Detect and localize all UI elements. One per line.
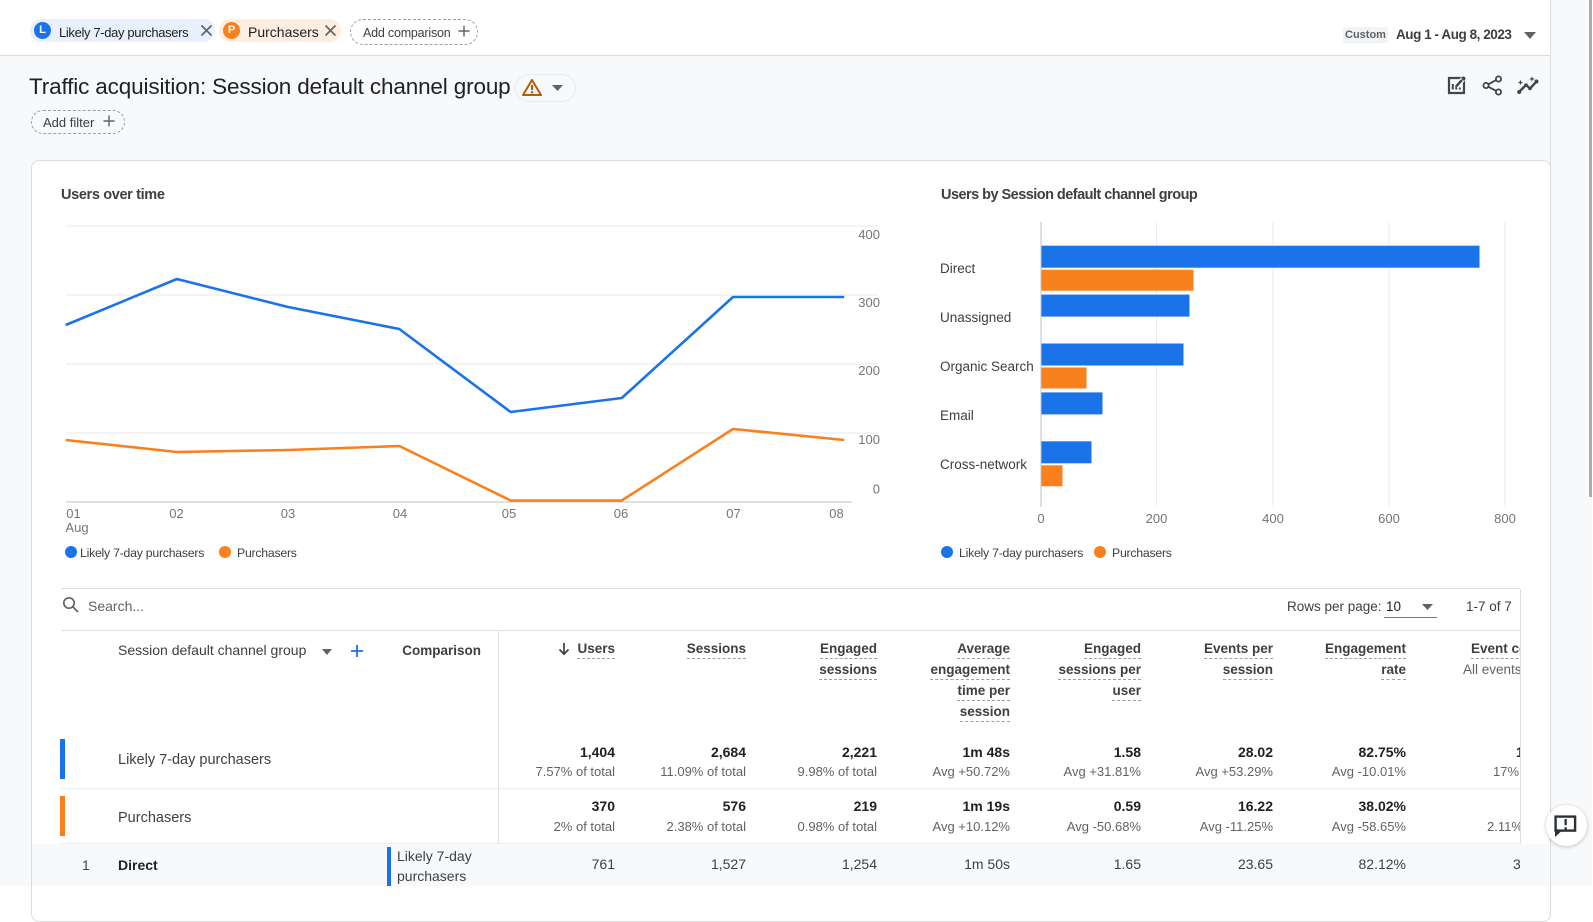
- svg-text:Aug: Aug: [65, 520, 88, 535]
- svg-text:400: 400: [1262, 511, 1284, 526]
- svg-text:03: 03: [281, 506, 295, 521]
- svg-text:200: 200: [858, 363, 880, 378]
- svg-text:200: 200: [1146, 511, 1168, 526]
- svg-text:100: 100: [858, 432, 880, 447]
- svg-text:08: 08: [829, 506, 843, 521]
- svg-text:07: 07: [726, 506, 740, 521]
- svg-text:0: 0: [873, 482, 880, 497]
- svg-text:300: 300: [858, 295, 880, 310]
- svg-text:400: 400: [858, 227, 880, 242]
- svg-text:04: 04: [393, 506, 407, 521]
- svg-text:05: 05: [502, 506, 516, 521]
- svg-text:06: 06: [614, 506, 628, 521]
- svg-text:600: 600: [1378, 511, 1400, 526]
- svg-text:0: 0: [1037, 511, 1044, 526]
- svg-text:01: 01: [66, 506, 80, 521]
- svg-text:800: 800: [1494, 511, 1516, 526]
- svg-text:02: 02: [169, 506, 183, 521]
